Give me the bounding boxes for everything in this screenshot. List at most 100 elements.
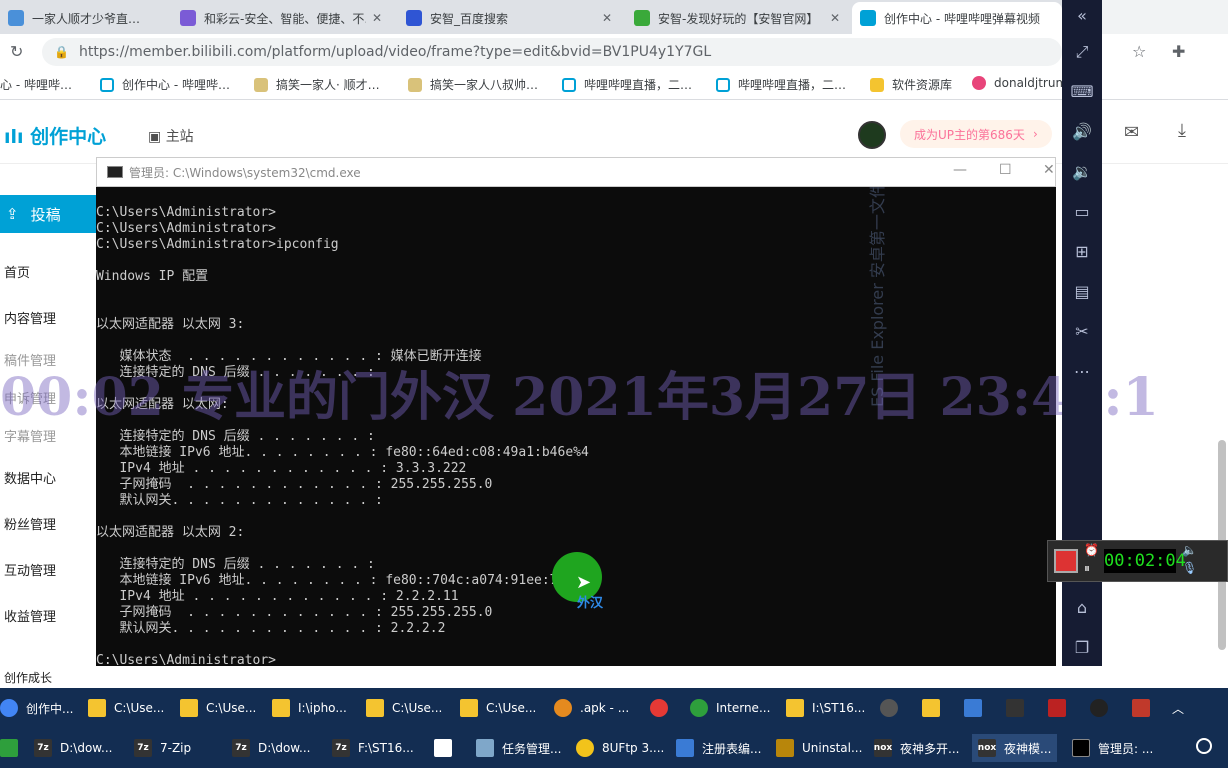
fullscreen-icon[interactable]: ⤢ [1070, 40, 1094, 64]
cortana-icon[interactable] [1196, 738, 1212, 754]
tab-5-active[interactable]: 创作中心 - 哔哩哔哩弹幕视频 [852, 2, 1062, 34]
chevron-up-icon[interactable]: ︿ [1172, 700, 1184, 717]
taskbar-item[interactable]: 任务管理... [476, 734, 561, 762]
taskbar-label: I:\ipho... [298, 701, 347, 715]
record-stop-button[interactable] [1054, 549, 1078, 573]
tab-1[interactable]: 一家人顺才少爷直… [0, 2, 170, 34]
bookmark-item[interactable]: 哔哩哔哩直播，二… [716, 76, 846, 93]
taskbar-label: .apk - ... [580, 701, 630, 715]
scissors-icon[interactable]: ✂ [1070, 320, 1094, 344]
taskbar-item[interactable]: I:\ipho... [272, 694, 347, 722]
bookmark-item[interactable]: 搞笑一家人· 顺才… [254, 76, 380, 93]
taskbar-item[interactable]: C:\Use... [460, 694, 536, 722]
sidebar-item-content[interactable]: 内容管理 [4, 308, 56, 327]
volume-down-icon[interactable]: 🔉 [1070, 160, 1094, 184]
taskbar-item[interactable] [880, 694, 906, 722]
bookmark-item[interactable]: 创作中心 - 哔哩哔… [100, 76, 230, 93]
sidebar-item-appeals[interactable]: 申诉管理 [4, 388, 56, 407]
taskbar-label: 7-Zip [160, 741, 192, 755]
sidebar-item-home[interactable]: 首页 [4, 262, 30, 281]
download-icon[interactable]: ⤓ [1178, 120, 1186, 141]
taskbar-label: C:\Use... [392, 701, 443, 715]
cmd-icon [1072, 739, 1090, 757]
extensions-icon[interactable]: ✚ [1172, 42, 1185, 61]
volume-up-icon[interactable]: 🔊 [1070, 120, 1094, 144]
taskbar-label: 注册表编... [702, 741, 762, 756]
address-bar[interactable]: 🔒 https://member.bilibili.com/platform/u… [42, 38, 1062, 66]
taskbar-item[interactable]: 7z 7-Zip [134, 734, 191, 762]
taskbar-item[interactable] [964, 694, 990, 722]
pause-icon[interactable]: ⏸ [1084, 561, 1090, 576]
taskbar-item[interactable]: 8UFtp 3.... [576, 734, 664, 762]
cmd-titlebar[interactable]: 管理员: C:\Windows\system32\cmd.exe — ☐ ✕ [96, 157, 1056, 187]
upload-button[interactable]: ⇪ 投稿 [0, 195, 96, 233]
taskbar-item[interactable]: 注册表编... [676, 734, 761, 762]
collapse-icon[interactable]: « [1070, 4, 1094, 28]
reload-icon[interactable]: ↻ [10, 42, 23, 61]
screen-icon[interactable]: ▭ [1070, 200, 1094, 224]
taskbar-item[interactable]: nox 夜神多开... [874, 734, 959, 762]
bookmark-item[interactable]: 搞笑一家人八叔帅… [408, 76, 538, 93]
taskbar-item[interactable]: Interne... [690, 694, 770, 722]
recent-apps-icon[interactable]: ❐ [1070, 636, 1094, 660]
taskbar-item[interactable]: .apk - ... [554, 694, 629, 722]
taskbar-item[interactable] [1132, 694, 1158, 722]
sidebar-item-fans[interactable]: 粉丝管理 [4, 514, 56, 533]
taskbar-item[interactable]: I:\ST16... [786, 694, 865, 722]
sidebar-item-interaction[interactable]: 互动管理 [4, 560, 56, 579]
taskbar-item[interactable] [650, 694, 676, 722]
taskbar-item[interactable]: Uninstal... [776, 734, 862, 762]
creator-sidebar: ⇪ 投稿 首页 内容管理 稿件管理 申诉管理 字幕管理 数据中心 粉丝管理 互动管… [0, 164, 96, 688]
home-icon[interactable]: ⌂ [1070, 596, 1094, 620]
taskbar-item[interactable]: 7z D:\dow... [34, 734, 112, 762]
close-icon[interactable]: ✕ [372, 11, 382, 25]
bookmark-item[interactable]: 哔哩哔哩直播，二… [562, 76, 692, 93]
taskbar-item[interactable] [1048, 694, 1074, 722]
stack-icon [964, 699, 982, 717]
main-site-link[interactable]: ▣ 主站 [148, 126, 194, 146]
more-icon[interactable]: ⋯ [1070, 360, 1094, 384]
install-apk-icon[interactable]: ⊞ [1070, 240, 1094, 264]
speaker-icon[interactable]: 🔈 [1182, 543, 1197, 557]
bookmark-item[interactable]: 心 - 哔哩哔… [0, 76, 72, 93]
browser-tab-strip: 一家人顺才少爷直… 和彩云-安全、智能、便捷、不… ✕ 安智_百度搜索 ✕ 安智… [0, 0, 1062, 34]
microphone-icon[interactable]: 🎙 [1182, 561, 1197, 575]
tab-3[interactable]: 安智_百度搜索 ✕ [398, 2, 620, 34]
avatar[interactable] [858, 121, 886, 149]
taskbar-item[interactable] [922, 694, 948, 722]
maximize-icon[interactable]: ☐ [999, 162, 1012, 178]
taskbar-item[interactable]: 7z D:\dow... [232, 734, 310, 762]
tab-2[interactable]: 和彩云-安全、智能、便捷、不… ✕ [172, 2, 390, 34]
minimize-icon[interactable]: — [953, 162, 967, 178]
taskbar-item[interactable] [0, 734, 26, 762]
mail-icon[interactable]: ✉ [1124, 122, 1139, 143]
close-icon[interactable]: ✕ [602, 11, 612, 25]
close-icon[interactable]: ✕ [1043, 162, 1055, 178]
taskbar-item-active[interactable]: nox 夜神模... [972, 734, 1058, 762]
creator-growth-label[interactable]: 创作成长 [4, 669, 52, 686]
sidebar-item-income[interactable]: 收益管理 [4, 606, 56, 625]
close-icon[interactable]: ✕ [830, 11, 840, 25]
taskbar-label: 夜神模... [1004, 741, 1052, 756]
taskbar-item[interactable]: C:\Use... [180, 694, 256, 722]
taskbar-item[interactable]: 7z F:\ST16... [332, 734, 414, 762]
sidebar-item-subtitles[interactable]: 字幕管理 [4, 426, 56, 445]
creator-center-logo[interactable]: ılı 创作中心 [4, 122, 106, 149]
up-days-badge[interactable]: 成为UP主的第686天 › [900, 120, 1052, 148]
taskbar-item[interactable] [434, 734, 460, 762]
ftp-icon [576, 739, 594, 757]
taskbar-item[interactable] [1006, 694, 1032, 722]
sidebar-item-data[interactable]: 数据中心 [4, 468, 56, 487]
taskbar-item[interactable] [1090, 694, 1116, 722]
taskbar-label: C:\Use... [486, 701, 537, 715]
clipboard-icon[interactable]: ▤ [1070, 280, 1094, 304]
bookmark-star-icon[interactable]: ☆ [1132, 42, 1146, 61]
taskbar-item[interactable]: 创作中... [0, 694, 73, 722]
sidebar-item-manuscripts[interactable]: 稿件管理 [4, 350, 56, 369]
tab-4[interactable]: 安智-发现好玩的【安智官网】 ✕ [626, 2, 848, 34]
taskbar-item[interactable]: C:\Use... [366, 694, 442, 722]
taskbar-item[interactable]: 管理员: ... [1072, 734, 1153, 762]
taskbar-item[interactable]: C:\Use... [88, 694, 164, 722]
keyboard-icon[interactable]: ⌨ [1070, 80, 1094, 104]
bookmark-folder[interactable]: 软件资源库 [870, 76, 952, 93]
